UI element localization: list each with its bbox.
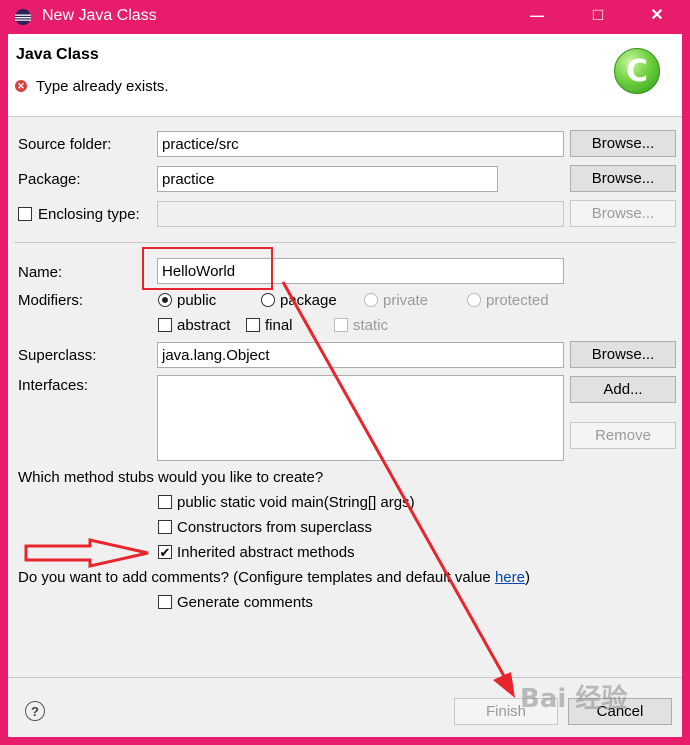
- annotation-arrow-head: [493, 672, 515, 698]
- package-browse-button[interactable]: Browse...: [570, 165, 676, 192]
- highlight-box: [142, 247, 273, 290]
- generate-comments-label: Generate comments: [177, 594, 313, 611]
- private-radio-label: private: [383, 292, 429, 309]
- close-button[interactable]: ✕: [628, 0, 686, 30]
- private-radio[interactable]: [364, 293, 378, 307]
- minimize-icon: —: [530, 7, 544, 23]
- interfaces-add-button[interactable]: Add...: [570, 376, 676, 403]
- block-arrow-icon: [24, 538, 149, 568]
- enclosing-type-checkbox[interactable]: [18, 207, 32, 221]
- public-radio-label: public: [177, 292, 217, 309]
- eclipse-icon: [15, 9, 31, 25]
- final-checkbox[interactable]: [246, 318, 260, 332]
- source-folder-input[interactable]: practice/src: [157, 131, 564, 157]
- inherited-abstract-label: Inherited abstract methods: [177, 544, 355, 561]
- superclass-input[interactable]: java.lang.Object: [157, 342, 564, 368]
- method-stubs-question: Which method stubs would you like to cre…: [18, 469, 324, 486]
- checkmark-icon: ✔: [159, 544, 171, 560]
- inherited-abstract-checkbox[interactable]: ✔: [158, 545, 172, 559]
- enclosing-type-browse-button[interactable]: Browse...: [570, 200, 676, 227]
- enclosing-type-input[interactable]: [157, 201, 564, 227]
- protected-radio[interactable]: [467, 293, 481, 307]
- constructors-checkbox[interactable]: [158, 520, 172, 534]
- package-input[interactable]: practice: [157, 166, 498, 192]
- interfaces-remove-button[interactable]: Remove: [570, 422, 676, 449]
- final-checkbox-label: final: [265, 317, 293, 334]
- name-label: Name:: [18, 264, 63, 281]
- protected-radio-label: protected: [486, 292, 549, 309]
- separator: [14, 242, 676, 243]
- window-title: New Java Class: [42, 7, 157, 24]
- window-border-left: [0, 34, 8, 745]
- enclosing-type-label: Enclosing type:: [38, 206, 140, 223]
- static-checkbox-label: static: [353, 317, 389, 334]
- minimize-button[interactable]: —: [508, 0, 566, 30]
- templates-link[interactable]: here: [495, 569, 525, 586]
- wizard-title: Java Class: [16, 46, 99, 63]
- package-radio[interactable]: [261, 293, 275, 307]
- error-icon: ✕: [15, 80, 27, 92]
- help-icon: ?: [31, 703, 39, 719]
- interfaces-list[interactable]: [157, 375, 564, 461]
- abstract-checkbox[interactable]: [158, 318, 172, 332]
- static-checkbox[interactable]: [334, 318, 348, 332]
- watermark: Bai 经验: [520, 684, 628, 714]
- interfaces-label: Interfaces:: [18, 377, 89, 394]
- wizard-header: [8, 34, 682, 117]
- superclass-label: Superclass:: [18, 347, 97, 364]
- java-class-icon: C: [614, 48, 660, 94]
- help-button[interactable]: ?: [25, 701, 45, 721]
- maximize-icon: □: [592, 5, 604, 24]
- source-folder-browse-button[interactable]: Browse...: [570, 130, 676, 157]
- constructors-label: Constructors from superclass: [177, 519, 373, 536]
- generate-comments-checkbox[interactable]: [158, 595, 172, 609]
- error-message: Type already exists.: [36, 78, 169, 95]
- window-border-bottom: [0, 737, 690, 745]
- main-method-label: public static void main(String[] args): [177, 494, 415, 511]
- modifiers-label: Modifiers:: [18, 292, 84, 309]
- comments-question: Do you want to add comments? (Configure …: [18, 569, 530, 586]
- package-label: Package:: [18, 171, 81, 188]
- source-folder-label: Source folder:: [18, 136, 112, 153]
- abstract-checkbox-label: abstract: [177, 317, 231, 334]
- superclass-browse-button[interactable]: Browse...: [570, 341, 676, 368]
- main-method-checkbox[interactable]: [158, 495, 172, 509]
- package-radio-label: package: [280, 292, 337, 309]
- maximize-button[interactable]: □: [569, 0, 627, 30]
- close-icon: ✕: [650, 7, 664, 24]
- public-radio[interactable]: [158, 293, 172, 307]
- window-border-right: [682, 34, 690, 745]
